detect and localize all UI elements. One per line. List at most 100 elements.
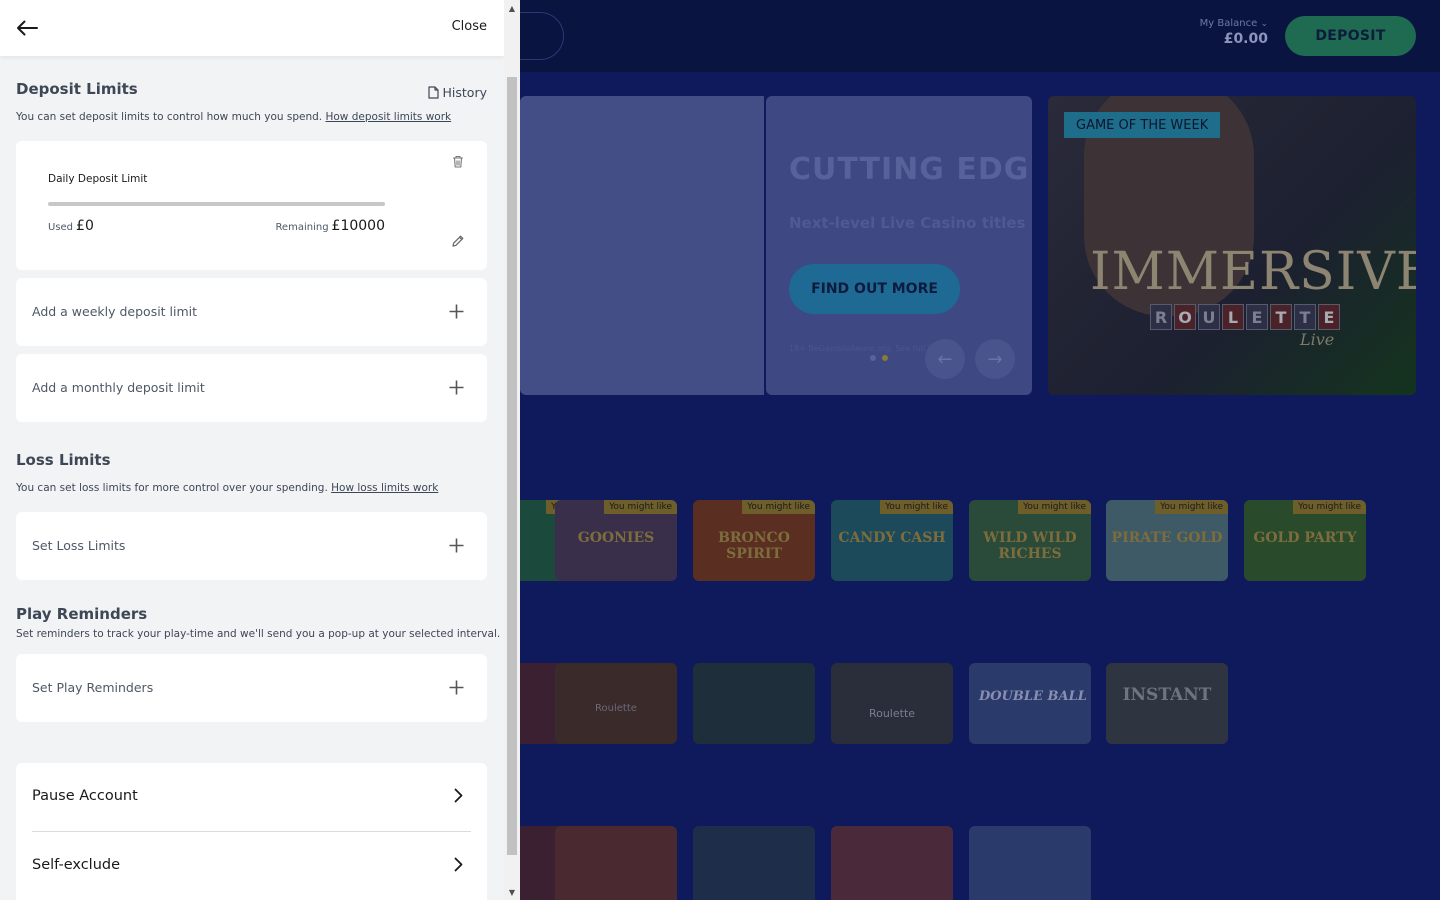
game-title: Roulette <box>868 707 916 720</box>
used-label: Used <box>48 222 74 233</box>
arrow-left-icon <box>17 20 38 36</box>
game-title: INSTANT <box>1122 685 1212 705</box>
description-text: You can set loss limits for more control… <box>16 482 328 494</box>
deposit-limits-title: Deposit Limits <box>16 80 138 98</box>
game-tile[interactable]: You might like BRONCO SPIRIT <box>693 500 815 581</box>
featured-title: IMMERSIVE <box>1090 242 1416 302</box>
tile-tag: You might like <box>1155 500 1228 514</box>
daily-deposit-limit-card: Daily Deposit Limit Used £0 Remaining £100… <box>16 141 487 270</box>
tile-tag: You might like <box>604 500 677 514</box>
game-tile[interactable]: You might like WILD WILD RICHES <box>969 500 1091 581</box>
pencil-icon[interactable] <box>452 235 464 247</box>
pause-account-label: Pause Account <box>32 788 138 804</box>
balance-value: £0.00 <box>1223 31 1268 47</box>
plus-icon <box>449 380 464 395</box>
letter-tile: E <box>1318 304 1340 330</box>
letter-tile: T <box>1270 304 1292 330</box>
game-title: Roulette <box>595 703 637 714</box>
scroll-down-icon[interactable]: ▼ <box>504 884 520 900</box>
trash-icon[interactable] <box>452 155 464 168</box>
drawer-header: Close <box>0 0 504 56</box>
letter-tile: T <box>1294 304 1316 330</box>
game-tile[interactable]: INSTANT <box>1106 663 1228 744</box>
carousel-next-button[interactable]: → <box>975 339 1015 379</box>
deposit-limits-description: You can set deposit limits to control ho… <box>16 111 451 123</box>
how-deposit-limits-work-link[interactable]: How deposit limits work <box>325 111 451 123</box>
hero-fine-print: 18+ BeGambleAware.org. See full T&Cs <box>789 344 949 353</box>
used-value: £0 <box>76 218 94 234</box>
account-controls-card: Pause Account Self-exclude <box>16 763 487 900</box>
hero-slide-previous <box>520 96 764 395</box>
game-tile[interactable]: You might like PIRATE GOLD <box>1106 500 1228 581</box>
loss-limits-description: You can set loss limits for more control… <box>16 482 438 494</box>
balance-widget[interactable]: My Balance ⌄ £0.00 <box>1188 18 1268 47</box>
set-play-reminders-row[interactable]: Set Play Reminders <box>16 654 487 722</box>
game-title: BRONCO SPIRIT <box>718 530 790 562</box>
tile-tag: You might like <box>1018 500 1091 514</box>
daily-limit-title: Daily Deposit Limit <box>48 173 148 185</box>
description-text: You can set deposit limits to control ho… <box>16 111 323 123</box>
carousel-dots <box>870 355 888 361</box>
balance-label: My Balance <box>1199 18 1258 29</box>
game-tile[interactable] <box>831 826 953 900</box>
plus-icon <box>449 680 464 695</box>
document-icon <box>427 86 439 99</box>
game-tile[interactable]: DOUBLE BALL <box>969 663 1091 744</box>
roulette-letters: R O U L E T T E <box>1150 304 1340 330</box>
safer-gambling-drawer: Close Deposit Limits History You can set… <box>0 0 504 900</box>
pause-account-row[interactable]: Pause Account <box>32 763 471 831</box>
featured-subtitle: Live <box>1300 330 1335 349</box>
plus-icon <box>449 538 464 553</box>
letter-tile: R <box>1150 304 1172 330</box>
carousel-dot-active[interactable] <box>882 355 888 361</box>
remaining-amount: Remaining £10000 <box>275 218 385 234</box>
game-tile[interactable]: You might like GOONIES <box>555 500 677 581</box>
letter-tile: E <box>1246 304 1268 330</box>
game-title: GOONIES <box>577 530 655 546</box>
game-tile[interactable] <box>969 826 1091 900</box>
how-loss-limits-work-link[interactable]: How loss limits work <box>331 482 438 494</box>
monthly-deposit-limit-row[interactable]: Add a monthly deposit limit <box>16 354 487 422</box>
game-tile[interactable] <box>693 826 815 900</box>
game-tile[interactable]: Roulette <box>555 663 677 744</box>
game-tile[interactable] <box>693 663 815 744</box>
loss-limits-title: Loss Limits <box>16 451 111 469</box>
arrow-right-icon: → <box>987 348 1003 370</box>
tile-tag: You might like <box>1293 500 1366 514</box>
self-exclude-row[interactable]: Self-exclude <box>32 832 471 900</box>
game-title: GOLD PARTY <box>1253 530 1357 546</box>
deposit-button[interactable]: DEPOSIT <box>1285 16 1416 56</box>
game-tile[interactable] <box>555 826 677 900</box>
chevron-right-icon <box>454 788 463 803</box>
tile-tag: You might like <box>880 500 953 514</box>
scrollbar-thumb[interactable] <box>507 77 517 855</box>
carousel-dot[interactable] <box>870 355 876 361</box>
back-button[interactable] <box>14 16 40 40</box>
game-title: PIRATE GOLD <box>1111 530 1223 546</box>
monthly-limit-label: Add a monthly deposit limit <box>32 380 205 395</box>
set-loss-limits-row[interactable]: Set Loss Limits <box>16 512 487 580</box>
game-of-the-week-banner[interactable]: GAME OF THE WEEK IMMERSIVE R O U L E T T… <box>1048 96 1416 395</box>
chevron-right-icon <box>454 857 463 872</box>
tile-tag: You might like <box>742 500 815 514</box>
scroll-up-icon[interactable]: ▲ <box>504 0 520 16</box>
remaining-value: £10000 <box>331 218 385 234</box>
letter-tile: U <box>1198 304 1220 330</box>
drawer-scrollbar[interactable]: ▲ ▼ <box>504 0 520 900</box>
hero-subtitle: Next-level Live Casino titles <box>789 214 1026 232</box>
chevron-down-icon: ⌄ <box>1260 19 1268 29</box>
game-title: DOUBLE BALL <box>979 689 1087 704</box>
game-tile[interactable]: You might like CANDY CASH <box>831 500 953 581</box>
game-tile[interactable]: You might like GOLD PARTY <box>1244 500 1366 581</box>
set-loss-limits-label: Set Loss Limits <box>32 538 126 553</box>
carousel-prev-button[interactable]: ← <box>925 339 965 379</box>
weekly-deposit-limit-row[interactable]: Add a weekly deposit limit <box>16 278 487 346</box>
close-button[interactable]: Close <box>452 19 487 34</box>
game-tile[interactable]: Roulette <box>831 663 953 744</box>
hero-slide: CUTTING EDGE Next-level Live Casino titl… <box>766 96 1032 395</box>
game-of-week-badge: GAME OF THE WEEK <box>1064 112 1221 138</box>
letter-tile: L <box>1222 304 1244 330</box>
history-button[interactable]: History <box>427 85 487 100</box>
weekly-limit-label: Add a weekly deposit limit <box>32 304 198 319</box>
find-out-more-button[interactable]: FIND OUT MORE <box>789 264 960 314</box>
